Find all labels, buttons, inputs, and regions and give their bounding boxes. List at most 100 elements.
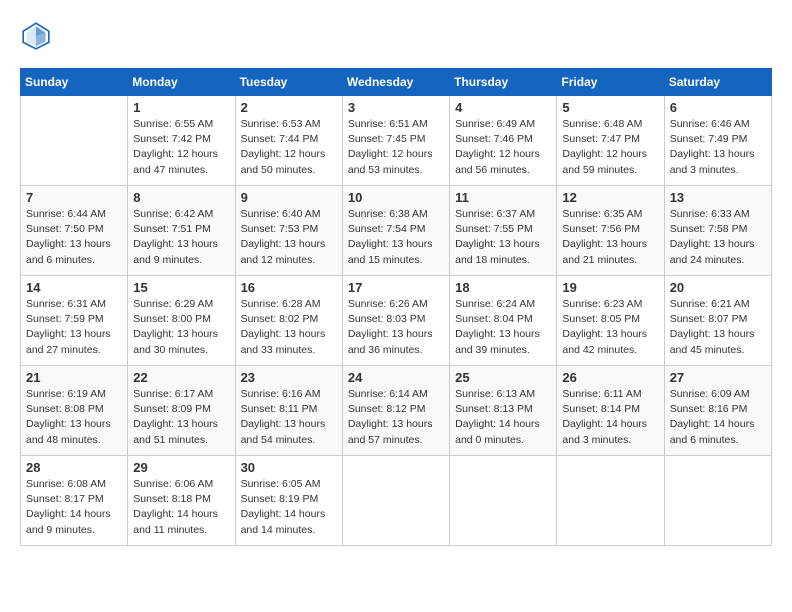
- calendar-cell: 30 Sunrise: 6:05 AM Sunset: 8:19 PM Dayli…: [235, 456, 342, 546]
- day-header-saturday: Saturday: [664, 69, 771, 96]
- calendar-cell: 9 Sunrise: 6:40 AM Sunset: 7:53 PM Daylig…: [235, 186, 342, 276]
- calendar-cell: 3Sunrise: 6:51 AM Sunset: 7:45 PM Daylig…: [342, 96, 449, 186]
- day-number: 30: [241, 460, 337, 475]
- day-info: Sunrise: 6:28 AM Sunset: 8:02 PM Dayligh…: [241, 297, 337, 358]
- day-number: 18: [455, 280, 551, 295]
- day-info: Sunrise: 6:44 AM Sunset: 7:50 PM Dayligh…: [26, 207, 122, 268]
- day-info: Sunrise: 6:05 AM Sunset: 8:19 PM Dayligh…: [241, 477, 337, 538]
- page-header: [20, 20, 772, 52]
- day-info: Sunrise: 6:09 AM Sunset: 8:16 PM Dayligh…: [670, 387, 766, 448]
- calendar-cell: 29 Sunrise: 6:06 AM Sunset: 8:18 PM Dayli…: [128, 456, 235, 546]
- day-info: Sunrise: 6:53 AM Sunset: 7:44 PM Dayligh…: [241, 117, 337, 178]
- calendar-cell: 11 Sunrise: 6:37 AM Sunset: 7:55 PM Dayli…: [450, 186, 557, 276]
- day-number: 26: [562, 370, 658, 385]
- day-number: 28: [26, 460, 122, 475]
- day-info: Sunrise: 6:42 AM Sunset: 7:51 PM Dayligh…: [133, 207, 229, 268]
- day-number: 7: [26, 190, 122, 205]
- calendar-cell: 16 Sunrise: 6:28 AM Sunset: 8:02 PM Dayli…: [235, 276, 342, 366]
- calendar-cell: 19 Sunrise: 6:23 AM Sunset: 8:05 PM Dayli…: [557, 276, 664, 366]
- calendar-body: 1Sunrise: 6:55 AM Sunset: 7:42 PM Daylig…: [21, 96, 772, 546]
- calendar-cell: 28 Sunrise: 6:08 AM Sunset: 8:17 PM Dayli…: [21, 456, 128, 546]
- day-info: Sunrise: 6:11 AM Sunset: 8:14 PM Dayligh…: [562, 387, 658, 448]
- calendar-week-4: 28 Sunrise: 6:08 AM Sunset: 8:17 PM Dayli…: [21, 456, 772, 546]
- day-number: 14: [26, 280, 122, 295]
- calendar-cell: [342, 456, 449, 546]
- day-info: Sunrise: 6:48 AM Sunset: 7:47 PM Dayligh…: [562, 117, 658, 178]
- calendar-cell: 4 Sunrise: 6:49 AM Sunset: 7:46 PM Daylig…: [450, 96, 557, 186]
- calendar-table: SundayMondayTuesdayWednesdayThursdayFrid…: [20, 68, 772, 546]
- calendar-cell: 15 Sunrise: 6:29 AM Sunset: 8:00 PM Dayli…: [128, 276, 235, 366]
- calendar-week-2: 14 Sunrise: 6:31 AM Sunset: 7:59 PM Dayli…: [21, 276, 772, 366]
- day-info: Sunrise: 6:51 AM Sunset: 7:45 PM Dayligh…: [348, 117, 444, 178]
- day-info: Sunrise: 6:55 AM Sunset: 7:42 PM Dayligh…: [133, 117, 229, 178]
- calendar-cell: 8Sunrise: 6:42 AM Sunset: 7:51 PM Daylig…: [128, 186, 235, 276]
- day-info: Sunrise: 6:35 AM Sunset: 7:56 PM Dayligh…: [562, 207, 658, 268]
- day-header-wednesday: Wednesday: [342, 69, 449, 96]
- day-info: Sunrise: 6:26 AM Sunset: 8:03 PM Dayligh…: [348, 297, 444, 358]
- calendar-cell: 7 Sunrise: 6:44 AM Sunset: 7:50 PM Daylig…: [21, 186, 128, 276]
- day-info: Sunrise: 6:46 AM Sunset: 7:49 PM Dayligh…: [670, 117, 766, 178]
- day-number: 22: [133, 370, 229, 385]
- calendar-cell: 10 Sunrise: 6:38 AM Sunset: 7:54 PM Dayli…: [342, 186, 449, 276]
- calendar-cell: [664, 456, 771, 546]
- day-info: Sunrise: 6:19 AM Sunset: 8:08 PM Dayligh…: [26, 387, 122, 448]
- day-info: Sunrise: 6:16 AM Sunset: 8:11 PM Dayligh…: [241, 387, 337, 448]
- calendar-cell: 1Sunrise: 6:55 AM Sunset: 7:42 PM Daylig…: [128, 96, 235, 186]
- day-number: 17: [348, 280, 444, 295]
- day-number: 6: [670, 100, 766, 115]
- calendar-cell: 27 Sunrise: 6:09 AM Sunset: 8:16 PM Dayli…: [664, 366, 771, 456]
- calendar-week-0: 1Sunrise: 6:55 AM Sunset: 7:42 PM Daylig…: [21, 96, 772, 186]
- day-info: Sunrise: 6:29 AM Sunset: 8:00 PM Dayligh…: [133, 297, 229, 358]
- day-info: Sunrise: 6:13 AM Sunset: 8:13 PM Dayligh…: [455, 387, 551, 448]
- day-number: 16: [241, 280, 337, 295]
- day-number: 9: [241, 190, 337, 205]
- day-number: 5: [562, 100, 658, 115]
- day-number: 15: [133, 280, 229, 295]
- day-info: Sunrise: 6:23 AM Sunset: 8:05 PM Dayligh…: [562, 297, 658, 358]
- day-number: 4: [455, 100, 551, 115]
- day-info: Sunrise: 6:08 AM Sunset: 8:17 PM Dayligh…: [26, 477, 122, 538]
- day-info: Sunrise: 6:40 AM Sunset: 7:53 PM Dayligh…: [241, 207, 337, 268]
- day-header-thursday: Thursday: [450, 69, 557, 96]
- calendar-cell: [21, 96, 128, 186]
- day-number: 12: [562, 190, 658, 205]
- calendar-header: SundayMondayTuesdayWednesdayThursdayFrid…: [21, 69, 772, 96]
- calendar-cell: 14 Sunrise: 6:31 AM Sunset: 7:59 PM Dayli…: [21, 276, 128, 366]
- logo: [20, 20, 56, 52]
- day-number: 2: [241, 100, 337, 115]
- logo-icon: [20, 20, 52, 52]
- calendar-cell: 17 Sunrise: 6:26 AM Sunset: 8:03 PM Dayli…: [342, 276, 449, 366]
- calendar-cell: 25 Sunrise: 6:13 AM Sunset: 8:13 PM Dayli…: [450, 366, 557, 456]
- day-number: 11: [455, 190, 551, 205]
- calendar-week-3: 21 Sunrise: 6:19 AM Sunset: 8:08 PM Dayli…: [21, 366, 772, 456]
- day-number: 25: [455, 370, 551, 385]
- calendar-cell: 23Sunrise: 6:16 AM Sunset: 8:11 PM Dayli…: [235, 366, 342, 456]
- day-header-monday: Monday: [128, 69, 235, 96]
- day-number: 13: [670, 190, 766, 205]
- day-info: Sunrise: 6:38 AM Sunset: 7:54 PM Dayligh…: [348, 207, 444, 268]
- calendar-cell: 21 Sunrise: 6:19 AM Sunset: 8:08 PM Dayli…: [21, 366, 128, 456]
- day-info: Sunrise: 6:06 AM Sunset: 8:18 PM Dayligh…: [133, 477, 229, 538]
- day-number: 29: [133, 460, 229, 475]
- calendar-week-1: 7 Sunrise: 6:44 AM Sunset: 7:50 PM Daylig…: [21, 186, 772, 276]
- day-number: 19: [562, 280, 658, 295]
- day-header-sunday: Sunday: [21, 69, 128, 96]
- day-info: Sunrise: 6:31 AM Sunset: 7:59 PM Dayligh…: [26, 297, 122, 358]
- day-info: Sunrise: 6:49 AM Sunset: 7:46 PM Dayligh…: [455, 117, 551, 178]
- day-header-tuesday: Tuesday: [235, 69, 342, 96]
- day-number: 24: [348, 370, 444, 385]
- calendar-cell: 20 Sunrise: 6:21 AM Sunset: 8:07 PM Dayli…: [664, 276, 771, 366]
- day-number: 21: [26, 370, 122, 385]
- day-number: 10: [348, 190, 444, 205]
- day-number: 20: [670, 280, 766, 295]
- day-info: Sunrise: 6:37 AM Sunset: 7:55 PM Dayligh…: [455, 207, 551, 268]
- calendar-cell: [557, 456, 664, 546]
- header-row: SundayMondayTuesdayWednesdayThursdayFrid…: [21, 69, 772, 96]
- calendar-cell: 18 Sunrise: 6:24 AM Sunset: 8:04 PM Dayli…: [450, 276, 557, 366]
- day-header-friday: Friday: [557, 69, 664, 96]
- calendar-cell: 2 Sunrise: 6:53 AM Sunset: 7:44 PM Daylig…: [235, 96, 342, 186]
- calendar-cell: 5 Sunrise: 6:48 AM Sunset: 7:47 PM Daylig…: [557, 96, 664, 186]
- day-info: Sunrise: 6:21 AM Sunset: 8:07 PM Dayligh…: [670, 297, 766, 358]
- day-number: 27: [670, 370, 766, 385]
- day-info: Sunrise: 6:24 AM Sunset: 8:04 PM Dayligh…: [455, 297, 551, 358]
